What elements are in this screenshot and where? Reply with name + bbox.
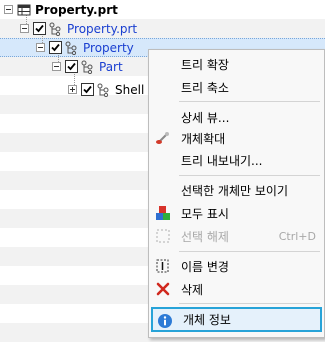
menu-separator [179,101,320,102]
menu-item-show-selected-only[interactable]: 선택한 개체만 보이기 [151,179,322,201]
visibility-checkbox[interactable] [33,22,46,35]
menu-item-label: 선택 해제 [181,229,229,244]
info-icon [158,314,172,328]
menu-item-label: 삭제 [181,282,204,297]
tree-row-prt[interactable]: Property.prt [20,19,137,38]
zoom-brush-icon [156,132,169,144]
tree-shell-label: Shell [115,82,145,97]
menu-item-detail-view[interactable]: 상세 뷰... [151,106,322,128]
visibility-checkbox[interactable] [49,41,62,54]
tree-structure-icon [97,83,109,97]
collapse-toggle[interactable] [20,24,29,33]
menu-item-deselect[interactable]: 선택 해제 Ctrl+D [151,225,322,247]
expand-toggle[interactable] [68,85,77,94]
tree-prt-label: Property.prt [67,21,138,36]
menu-item-delete[interactable]: 삭제 [151,278,322,300]
menu-item-zoom-entity[interactable]: 개체확대 [151,127,322,149]
menu-item-label: 모두 표시 [181,206,229,221]
tree-part-label: Part [99,59,123,74]
menu-item-label: 개체확대 [181,131,226,146]
context-menu: 트리 확장 트리 축소 상세 뷰... 개체확대 트리 내보내기... 선택한 … [148,49,325,338]
collapse-toggle[interactable] [52,62,61,71]
visibility-checkbox[interactable] [81,83,94,96]
tree-structure-icon [65,41,77,55]
menu-separator [179,175,320,176]
delete-x-icon [156,282,170,296]
tree-row-part[interactable]: Part [52,57,123,76]
menu-item-label: 상세 뷰... [181,110,230,125]
menu-item-label: 트리 확장 [181,57,229,72]
menu-item-shortcut: Ctrl+D [278,229,316,243]
menu-item-collapse-tree[interactable]: 트리 축소 [151,76,322,98]
dotted-box-icon [156,229,170,243]
menu-item-entity-info[interactable]: 개체 정보 [151,307,322,332]
tree-structure-icon [49,22,61,36]
tree-row-root[interactable]: Property.prt [4,0,118,19]
collapse-toggle[interactable] [4,5,13,14]
menu-item-label: 선택한 개체만 보이기 [181,183,288,198]
menu-separator [179,303,320,304]
menu-item-label: 트리 내보내기... [181,153,263,168]
menu-item-show-all[interactable]: 모두 표시 [151,202,322,224]
menu-separator [179,251,320,252]
menu-item-export-tree[interactable]: 트리 내보내기... [151,149,322,171]
tree-structure-icon [81,60,93,74]
menu-item-label: 개체 정보 [183,313,231,327]
tree-row-property[interactable]: Property [36,38,134,57]
menu-item-rename[interactable]: 이름 변경 [151,255,322,277]
visibility-checkbox[interactable] [65,60,78,73]
tree-property-label: Property [83,40,134,55]
table-icon [17,4,31,15]
collapse-toggle[interactable] [36,43,45,52]
rename-icon [156,259,169,273]
menu-item-expand-tree[interactable]: 트리 확장 [151,53,322,75]
tree-row-shell[interactable]: Shell [68,80,144,99]
menu-item-label: 트리 축소 [181,80,229,95]
shapes-icon [156,206,170,220]
tree-root-label: Property.prt [35,2,118,17]
menu-item-label: 이름 변경 [181,259,229,274]
